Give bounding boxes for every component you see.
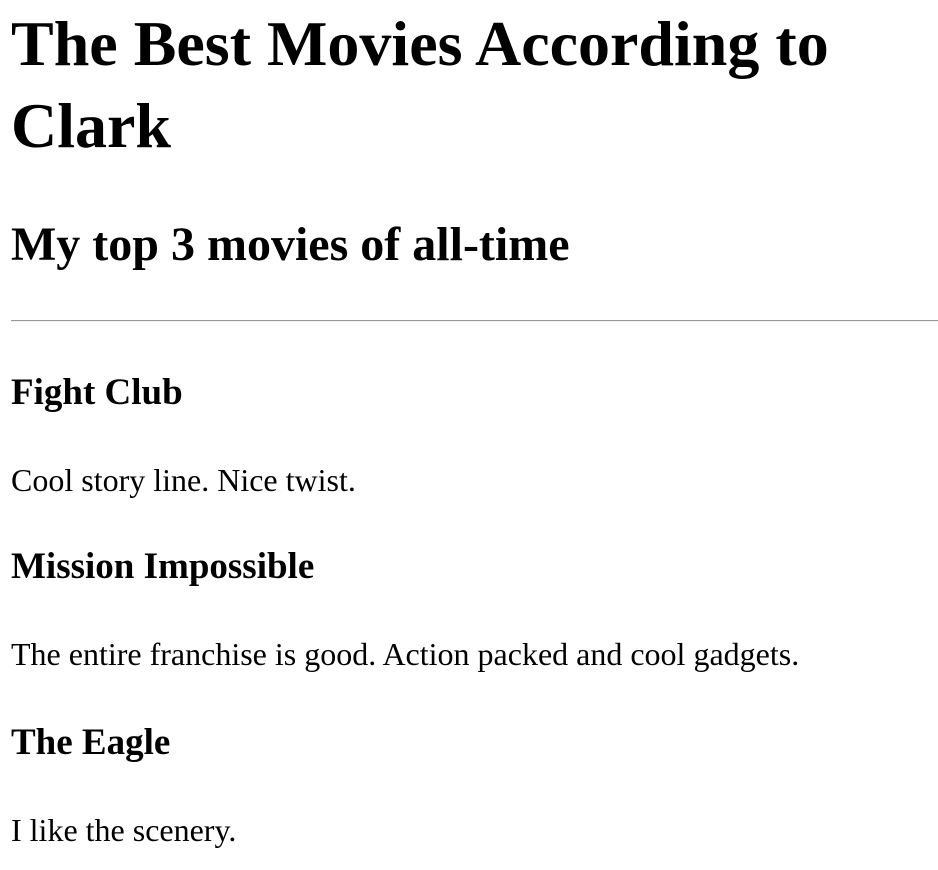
movie-review-mission-impossible: The entire franchise is good. Action pac… [11, 636, 800, 672]
movie-title-mission-impossible: Mission Impossible [11, 546, 315, 587]
movie-title-fight-club: Fight Club [11, 372, 183, 413]
movie-title-the-eagle: The Eagle [11, 722, 171, 763]
movie-review-the-eagle: I like the scenery. [11, 812, 237, 848]
divider [11, 320, 938, 322]
movie-review-fight-club: Cool story line. Nice twist. [11, 462, 356, 498]
page-title: The Best Movies According to Clark [11, 8, 829, 161]
page-subtitle: My top 3 movies of all-time [11, 218, 570, 271]
